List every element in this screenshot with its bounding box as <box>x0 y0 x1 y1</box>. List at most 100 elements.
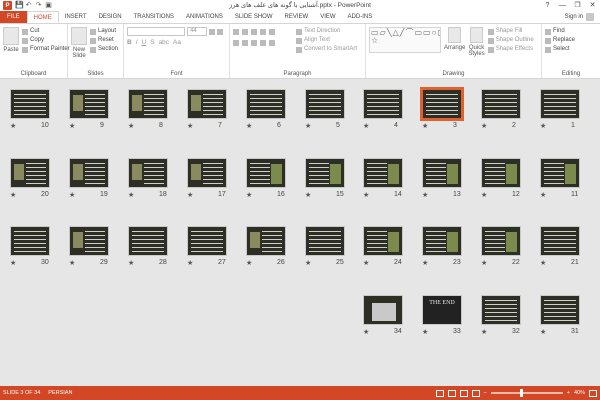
slide-thumbnail-20[interactable] <box>10 158 50 188</box>
zoom-slider-knob[interactable] <box>519 389 523 397</box>
decrease-indent-icon[interactable] <box>251 29 257 35</box>
tab-design[interactable]: DESIGN <box>93 11 128 23</box>
slide-thumbnail-33[interactable]: THE END <box>422 295 462 325</box>
zoom-in-button[interactable]: + <box>567 390 570 396</box>
grow-font-icon[interactable] <box>209 29 215 35</box>
slide-thumbnail-26[interactable] <box>246 226 286 256</box>
paste-button[interactable]: Paste <box>3 27 19 54</box>
bullets-icon[interactable] <box>233 29 239 35</box>
zoom-slider[interactable] <box>490 389 563 397</box>
slide-thumbnail-13[interactable] <box>422 158 462 188</box>
tab-home[interactable]: HOME <box>26 11 59 23</box>
line-spacing-icon[interactable] <box>269 29 275 35</box>
undo-icon[interactable]: ↶ <box>25 2 32 9</box>
slide-thumbnail-22[interactable] <box>481 226 521 256</box>
slide-thumbnail-12[interactable] <box>481 158 521 188</box>
slide-thumbnail-3[interactable] <box>420 87 464 121</box>
font-name-combo[interactable] <box>127 27 185 36</box>
slide-thumbnail-31[interactable] <box>540 295 580 325</box>
slide-thumbnail-17[interactable] <box>187 158 227 188</box>
slide-thumbnail-14[interactable] <box>363 158 403 188</box>
avatar[interactable] <box>586 13 594 21</box>
slide-thumbnail-29[interactable] <box>69 226 109 256</box>
quick-styles-button[interactable]: Quick Styles <box>468 27 485 57</box>
tab-transitions[interactable]: TRANSITIONS <box>128 11 180 23</box>
tab-view[interactable]: VIEW <box>314 11 341 23</box>
save-icon[interactable]: 💾 <box>15 2 24 9</box>
start-slideshow-icon[interactable]: ▣ <box>45 2 52 9</box>
reading-view-icon[interactable] <box>459 389 468 397</box>
find-button[interactable]: Find <box>545 27 597 36</box>
slide-thumbnail-11[interactable] <box>540 158 580 188</box>
tab-slide-show[interactable]: SLIDE SHOW <box>229 11 279 23</box>
align-left-icon[interactable] <box>233 40 239 46</box>
format-painter-button[interactable]: Format Painter <box>22 45 70 54</box>
shape-effects-button[interactable]: Shape Effects <box>487 45 534 54</box>
slide-thumbnail-1[interactable] <box>540 89 580 119</box>
replace-button[interactable]: Replace <box>545 36 597 45</box>
align-text-button[interactable]: Align Text <box>296 36 357 45</box>
italic-button[interactable]: I <box>136 39 138 46</box>
slide-thumbnail-24[interactable] <box>363 226 403 256</box>
text-direction-button[interactable]: Text Direction <box>296 27 357 36</box>
section-button[interactable]: Section <box>90 45 118 54</box>
reset-button[interactable]: Reset <box>90 36 118 45</box>
slide-thumbnail-9[interactable] <box>69 89 109 119</box>
shape-fill-button[interactable]: Shape Fill <box>487 27 534 36</box>
minimize-button[interactable]: — <box>555 0 570 11</box>
new-slide-button[interactable]: New Slide <box>71 27 87 59</box>
normal-view-icon[interactable] <box>435 389 444 397</box>
sign-in-link[interactable]: Sign in <box>565 11 583 23</box>
slide-thumbnail-18[interactable] <box>128 158 168 188</box>
slide-thumbnail-15[interactable] <box>305 158 345 188</box>
slide-thumbnail-27[interactable] <box>187 226 227 256</box>
shapes-gallery[interactable]: ▭▱╲△╱⌒▭▭○◻▷⇨⟶{}☆ <box>369 27 441 53</box>
tab-review[interactable]: REVIEW <box>279 11 315 23</box>
slide-thumbnail-30[interactable] <box>10 226 50 256</box>
zoom-level[interactable]: 40% <box>574 390 585 396</box>
shadow-button[interactable]: S <box>150 39 154 46</box>
layout-button[interactable]: Layout <box>90 27 118 36</box>
language-indicator[interactable]: PERSIAN <box>48 390 72 396</box>
select-button[interactable]: Select <box>545 45 597 54</box>
tab-file[interactable]: FILE <box>0 11 27 23</box>
change-case-button[interactable]: Aa <box>173 39 181 46</box>
slide-thumbnail-6[interactable] <box>246 89 286 119</box>
convert-smartart-button[interactable]: Convert to SmartArt <box>296 45 357 54</box>
underline-button[interactable]: U <box>142 39 147 46</box>
tab-add-ins[interactable]: ADD-INS <box>342 11 379 23</box>
slide-thumbnail-4[interactable] <box>363 89 403 119</box>
slide-thumbnail-8[interactable] <box>128 89 168 119</box>
tab-animations[interactable]: ANIMATIONS <box>180 11 229 23</box>
close-button[interactable]: ✕ <box>585 0 600 11</box>
bold-button[interactable]: B <box>127 39 132 46</box>
increase-indent-icon[interactable] <box>260 29 266 35</box>
slide-thumbnail-19[interactable] <box>69 158 109 188</box>
slideshow-view-icon[interactable] <box>471 389 480 397</box>
slide-thumbnail-34[interactable] <box>363 295 403 325</box>
slide-thumbnail-5[interactable] <box>305 89 345 119</box>
slide-thumbnail-21[interactable] <box>540 226 580 256</box>
cut-button[interactable]: Cut <box>22 27 70 36</box>
slide-thumbnail-10[interactable] <box>10 89 50 119</box>
slide-thumbnail-2[interactable] <box>481 89 521 119</box>
slide-thumbnail-32[interactable] <box>481 295 521 325</box>
slide-thumbnail-16[interactable] <box>246 158 286 188</box>
help-button[interactable]: ? <box>540 0 555 11</box>
justify-icon[interactable] <box>260 40 266 46</box>
zoom-out-button[interactable]: − <box>484 390 487 396</box>
shrink-font-icon[interactable] <box>217 29 223 35</box>
copy-button[interactable]: Copy <box>22 36 70 45</box>
slide-thumbnail-23[interactable] <box>422 226 462 256</box>
columns-icon[interactable] <box>269 40 275 46</box>
tab-insert[interactable]: INSERT <box>59 11 93 23</box>
redo-icon[interactable]: ↷ <box>35 2 42 9</box>
numbering-icon[interactable] <box>242 29 248 35</box>
fit-slide-icon[interactable] <box>589 389 597 397</box>
restore-button[interactable]: ❐ <box>570 0 585 11</box>
arrange-button[interactable]: Arrange <box>444 27 465 57</box>
strikethrough-button[interactable]: abc <box>159 39 169 46</box>
shape-outline-button[interactable]: Shape Outline <box>487 36 534 45</box>
slide-sorter-view-icon[interactable] <box>447 389 456 397</box>
font-size-combo[interactable]: 44 <box>187 27 207 36</box>
